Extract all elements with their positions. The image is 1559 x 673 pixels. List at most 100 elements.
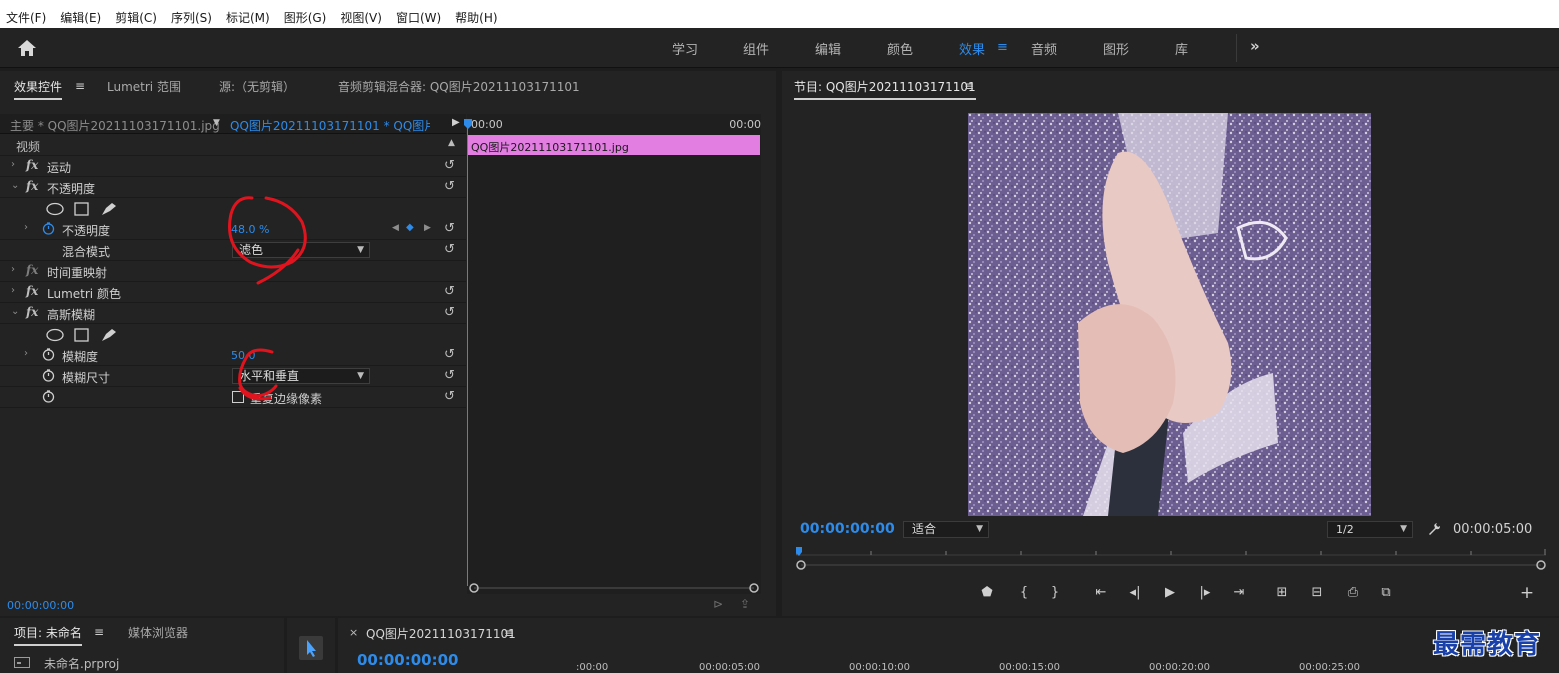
ellipse-mask-icon[interactable] [46, 328, 64, 342]
add-marker-icon[interactable]: ⬟ [975, 581, 999, 605]
program-current-timecode[interactable]: 00:00:00:00 [800, 521, 895, 537]
tab-project[interactable]: 项目: 未命名 [14, 624, 82, 646]
effect-motion[interactable]: › fx 运动 ↺ [0, 156, 466, 177]
playhead[interactable] [467, 120, 468, 586]
panel-menu-icon[interactable]: ≡ [94, 625, 104, 639]
menu-graphics[interactable]: 图形(G) [284, 9, 327, 26]
menu-clip[interactable]: 剪辑(C) [115, 9, 157, 26]
playback-resolution-dropdown[interactable]: 1/2 ▼ [1327, 521, 1413, 538]
add-keyframe-icon[interactable]: ◆ [406, 222, 414, 233]
pen-mask-icon[interactable] [102, 329, 116, 341]
stopwatch-icon[interactable] [42, 222, 55, 235]
tab-source[interactable]: 源:（无剪辑） [219, 78, 295, 95]
menu-sequence[interactable]: 序列(S) [171, 9, 212, 26]
sequence-tab[interactable]: QQ图片20211103171101 [366, 625, 516, 642]
blurriness-value[interactable]: 50.0 [231, 349, 256, 362]
home-icon[interactable] [16, 38, 38, 58]
repeat-edge-checkbox[interactable] [232, 391, 244, 403]
sequence-clip-label[interactable]: QQ图片20211103171101 * QQ图片2... [230, 117, 430, 134]
zoom-fit-dropdown[interactable]: 适合 ▼ [903, 521, 989, 538]
reset-icon[interactable]: ↺ [444, 284, 455, 299]
workspace-color[interactable]: 颜色 [887, 39, 913, 58]
panel-menu-icon[interactable]: ≡ [504, 626, 514, 640]
stopwatch-icon[interactable] [42, 348, 55, 361]
blend-mode-dropdown[interactable]: 滤色 ▼ [232, 242, 370, 258]
play-clip-icon[interactable]: ▶ [452, 117, 460, 128]
menu-window[interactable]: 窗口(W) [396, 9, 441, 26]
panel-menu-icon[interactable]: ≡ [75, 79, 85, 93]
workspace-graphics[interactable]: 图形 [1103, 39, 1129, 58]
filter-audio-icon[interactable]: ⊳ [713, 597, 723, 611]
mark-in-icon[interactable]: { [1012, 581, 1036, 605]
effect-gaussian-blur[interactable]: ⌄ fx 高斯模糊 ↺ [0, 303, 466, 324]
workspace-editing[interactable]: 编辑 [815, 39, 841, 58]
effect-controls-timecode[interactable]: 00:00:00:00 [7, 599, 74, 612]
wrench-icon[interactable] [1427, 521, 1443, 537]
workspace-libraries[interactable]: 库 [1175, 39, 1188, 58]
menu-edit[interactable]: 编辑(E) [60, 9, 101, 26]
ellipse-mask-icon[interactable] [46, 202, 64, 216]
more-workspaces-icon[interactable]: » [1250, 37, 1260, 55]
reset-icon[interactable]: ↺ [444, 368, 455, 383]
chevron-right-icon[interactable]: › [24, 348, 28, 359]
playhead-handle-icon[interactable] [464, 119, 472, 129]
step-back-icon[interactable]: ◂| [1123, 581, 1147, 605]
workspace-effects[interactable]: 效果 [959, 39, 985, 58]
play-icon[interactable]: ▶ [1158, 581, 1182, 605]
chevron-right-icon[interactable]: › [11, 285, 15, 296]
fx-icon[interactable]: fx [26, 305, 38, 319]
chevron-down-icon[interactable]: ⌄ [11, 306, 19, 317]
tab-media-browser[interactable]: 媒体浏览器 [128, 624, 188, 641]
stopwatch-icon[interactable] [42, 390, 55, 403]
menu-view[interactable]: 视图(V) [340, 9, 382, 26]
stopwatch-icon[interactable] [42, 369, 55, 382]
rectangle-mask-icon[interactable] [74, 328, 89, 342]
menu-markers[interactable]: 标记(M) [226, 9, 270, 26]
program-preview-image[interactable] [968, 113, 1371, 516]
reset-icon[interactable]: ↺ [444, 221, 455, 236]
fx-icon[interactable]: fx [26, 284, 38, 298]
effect-time-remapping[interactable]: › fx 时间重映射 [0, 261, 466, 282]
next-keyframe-icon[interactable]: ▶ [424, 223, 431, 233]
effect-lumetri-color[interactable]: › fx Lumetri 颜色 ↺ [0, 282, 466, 303]
selection-tool-icon[interactable] [299, 636, 323, 660]
chevron-up-icon[interactable]: ▲ [448, 138, 455, 148]
rectangle-mask-icon[interactable] [74, 202, 89, 216]
comparison-view-icon[interactable]: ⧉ [1374, 581, 1398, 605]
program-time-ruler[interactable] [796, 547, 1546, 577]
effect-opacity[interactable]: ⌄ fx 不透明度 ↺ [0, 177, 466, 198]
prev-keyframe-icon[interactable]: ◀ [392, 223, 399, 233]
export-frame-icon[interactable]: ⇪ [740, 597, 750, 611]
chevron-down-icon[interactable]: ▼ [213, 118, 220, 128]
pen-mask-icon[interactable] [102, 203, 116, 215]
reset-icon[interactable]: ↺ [444, 389, 455, 404]
master-clip-label[interactable]: 主要 * QQ图片20211103171101.jpg [10, 117, 220, 134]
clip-bar[interactable]: QQ图片20211103171101.jpg [467, 135, 760, 155]
program-monitor-title[interactable]: 节目: QQ图片20211103171101 [794, 78, 976, 100]
reset-icon[interactable]: ↺ [444, 242, 455, 257]
panel-menu-icon[interactable]: ≡ [964, 79, 974, 93]
opacity-value[interactable]: 48.0 % [231, 223, 269, 236]
workspace-learn[interactable]: 学习 [672, 39, 698, 58]
fx-icon[interactable]: fx [26, 179, 38, 193]
fx-icon[interactable]: fx [26, 158, 38, 172]
step-forward-icon[interactable]: |▸ [1193, 581, 1217, 605]
timeline-timecode[interactable]: 00:00:00:00 [357, 651, 459, 669]
tab-audio-clip-mixer[interactable]: 音频剪辑混合器: QQ图片20211103171101 [338, 78, 580, 95]
close-sequence-icon[interactable]: × [349, 626, 358, 639]
project-file-name[interactable]: 未命名.prproj [44, 655, 119, 672]
go-to-out-icon[interactable]: ⇥ [1227, 581, 1251, 605]
menu-file[interactable]: 文件(F) [6, 9, 46, 26]
go-to-in-icon[interactable]: ⇤ [1089, 581, 1113, 605]
reset-icon[interactable]: ↺ [444, 158, 455, 173]
tab-effect-controls[interactable]: 效果控件 [14, 78, 63, 100]
chevron-right-icon[interactable]: › [11, 159, 15, 170]
workspace-menu-icon[interactable]: ≡ [997, 40, 1008, 55]
blur-dimensions-dropdown[interactable]: 水平和垂直 ▼ [232, 368, 370, 384]
reset-icon[interactable]: ↺ [444, 305, 455, 320]
overwrite-icon[interactable]: ⊟ [1305, 581, 1329, 605]
mark-out-icon[interactable]: } [1043, 581, 1067, 605]
effect-controls-timeline[interactable]: 00:00 00:00 QQ图片20211103171101.jpg [464, 114, 761, 594]
timeline-zoom-scrollbar[interactable] [467, 581, 761, 595]
tab-lumetri-scopes[interactable]: Lumetri 范围 [107, 78, 181, 95]
